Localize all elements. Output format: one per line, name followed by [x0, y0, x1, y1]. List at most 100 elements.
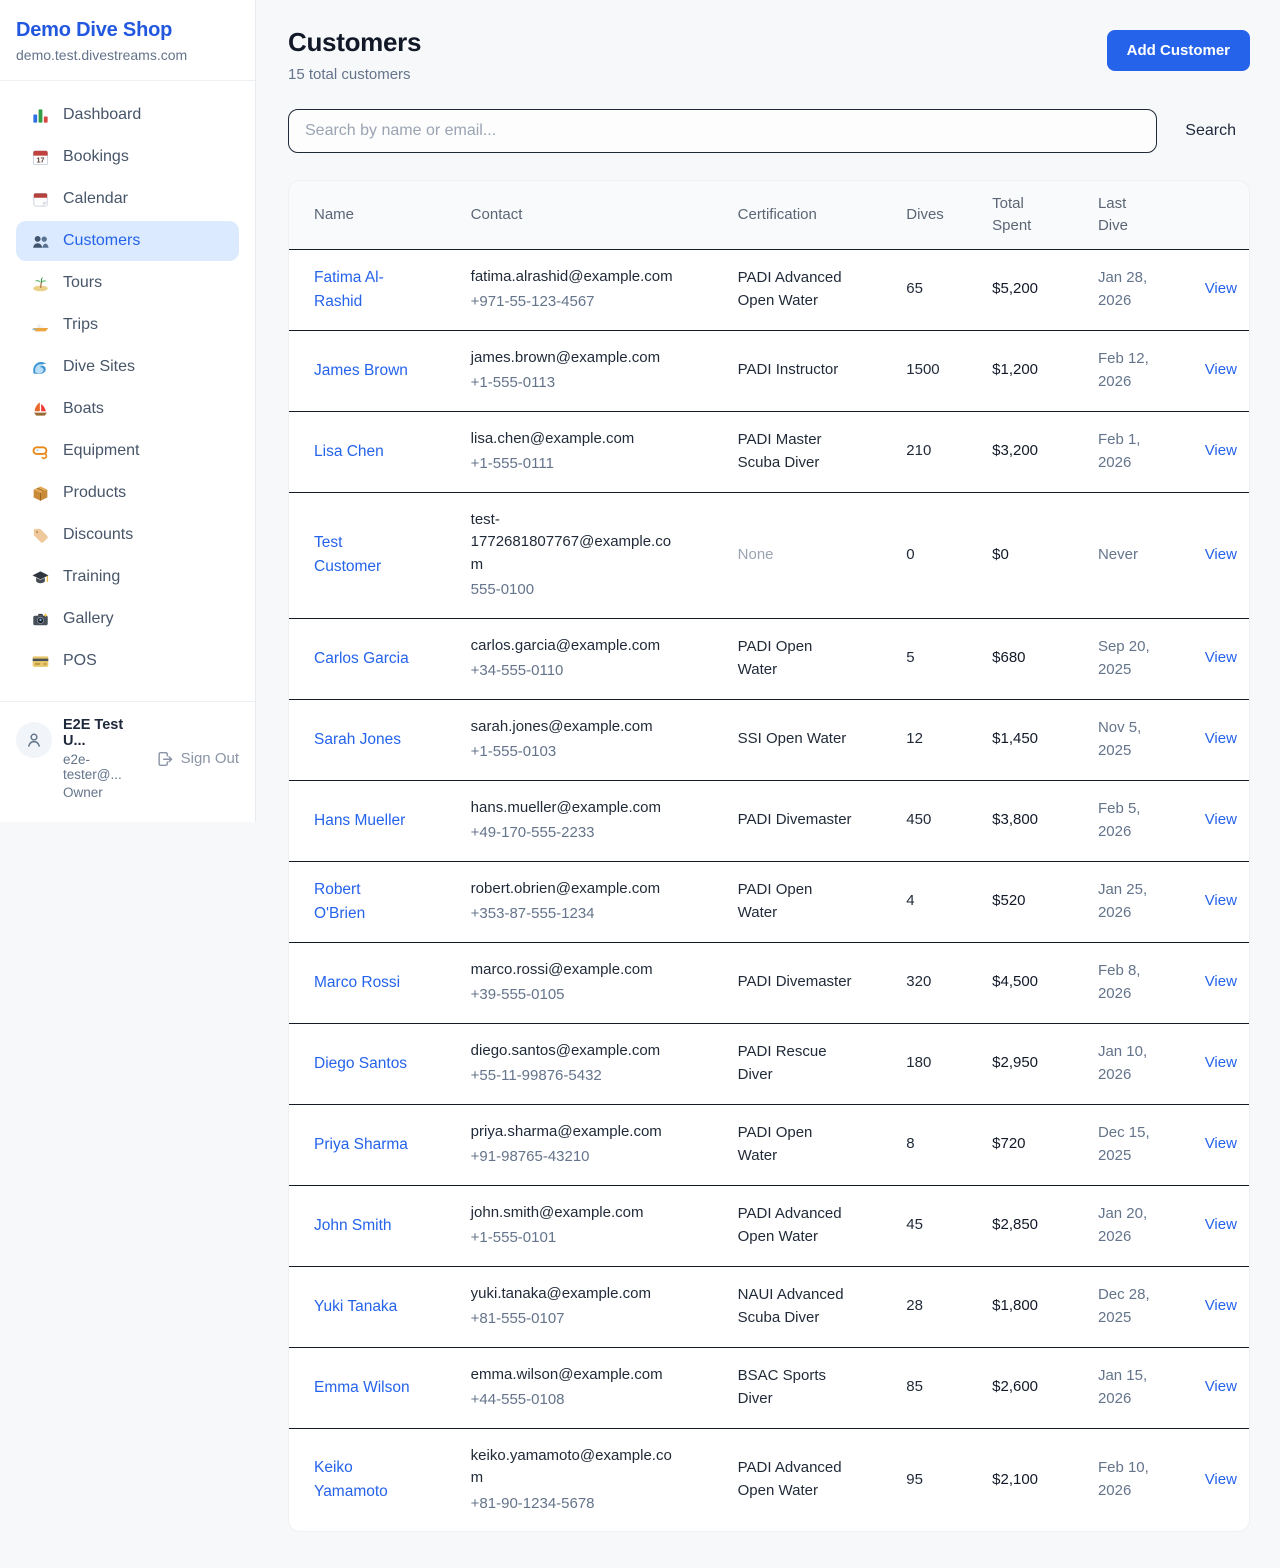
- sidebar-item-products[interactable]: Products: [16, 473, 239, 513]
- sidebar-item-tours[interactable]: Tours: [16, 263, 239, 303]
- sidebar-item-gallery[interactable]: Gallery: [16, 599, 239, 639]
- customer-phone: +1-555-0113: [471, 372, 683, 395]
- certification-cell: BSAC Sports Diver: [738, 1365, 854, 1410]
- view-link[interactable]: View: [1205, 1378, 1237, 1395]
- view-link[interactable]: View: [1205, 1135, 1237, 1152]
- view-link[interactable]: View: [1205, 1297, 1237, 1314]
- sidebar-item-discounts[interactable]: Discounts: [16, 515, 239, 555]
- user-role: Owner: [63, 785, 145, 800]
- sidebar-item-bookings[interactable]: 17 Bookings: [16, 137, 239, 177]
- total-spent-cell: $1,450: [980, 699, 1086, 780]
- customer-row: Keiko Yamamoto keiko.yamamoto@example.co…: [289, 1428, 1249, 1531]
- dives-cell: 95: [894, 1428, 980, 1531]
- certification-cell: PADI Master Scuba Diver: [738, 429, 854, 474]
- view-link[interactable]: View: [1205, 546, 1237, 563]
- search-button[interactable]: Search: [1185, 122, 1236, 140]
- customer-name-link[interactable]: Test Customer: [314, 531, 410, 579]
- sidebar-item-boats[interactable]: Boats: [16, 389, 239, 429]
- last-dive-cell: Feb 10, 2026: [1098, 1457, 1162, 1502]
- sign-out-icon: [156, 750, 174, 768]
- page-title-block: Customers 15 total customers: [288, 27, 421, 83]
- view-link[interactable]: View: [1205, 361, 1237, 378]
- view-link[interactable]: View: [1205, 811, 1237, 828]
- last-dive-cell: Feb 5, 2026: [1098, 798, 1162, 843]
- dives-cell: 65: [894, 249, 980, 330]
- dives-cell: 45: [894, 1185, 980, 1266]
- shop-domain: demo.test.divestreams.com: [16, 47, 239, 63]
- total-spent-cell: $5,200: [980, 249, 1086, 330]
- view-link[interactable]: View: [1205, 1471, 1237, 1488]
- sidebar-item-dive-sites[interactable]: Dive Sites: [16, 347, 239, 387]
- customer-name-link[interactable]: Yuki Tanaka: [314, 1295, 397, 1319]
- customer-row: Robert O'Brien robert.obrien@example.com…: [289, 861, 1249, 942]
- page-title: Customers: [288, 27, 421, 58]
- customer-email: priya.sharma@example.com: [471, 1121, 683, 1144]
- view-link[interactable]: View: [1205, 1054, 1237, 1071]
- total-spent-cell: $2,950: [980, 1023, 1086, 1104]
- diving-mask-icon: [30, 441, 50, 461]
- water-wave-icon: [30, 357, 50, 377]
- view-link[interactable]: View: [1205, 442, 1237, 459]
- col-total-spent: Total Spent: [980, 181, 1086, 249]
- customer-name-link[interactable]: Robert O'Brien: [314, 878, 410, 926]
- customer-name-link[interactable]: Fatima Al-Rashid: [314, 266, 410, 314]
- customer-row: Sarah Jones sarah.jones@example.com +1-5…: [289, 699, 1249, 780]
- customer-row: John Smith john.smith@example.com +1-555…: [289, 1185, 1249, 1266]
- sidebar-item-calendar[interactable]: Calendar: [16, 179, 239, 219]
- customer-name-link[interactable]: Keiko Yamamoto: [314, 1456, 410, 1504]
- shop-name: Demo Dive Shop: [16, 19, 239, 42]
- view-link[interactable]: View: [1205, 730, 1237, 747]
- sidebar-item-trips[interactable]: Trips: [16, 305, 239, 345]
- credit-card-icon: [30, 651, 50, 671]
- customer-name-link[interactable]: Priya Sharma: [314, 1133, 408, 1157]
- last-dive-cell: Dec 28, 2025: [1098, 1284, 1162, 1329]
- customer-email: robert.obrien@example.com: [471, 878, 683, 901]
- customer-name-link[interactable]: Carlos Garcia: [314, 647, 409, 671]
- sidebar-item-dashboard[interactable]: Dashboard: [16, 95, 239, 135]
- view-link[interactable]: View: [1205, 973, 1237, 990]
- total-spent-cell: $1,200: [980, 330, 1086, 411]
- sidebar-item-equipment[interactable]: Equipment: [16, 431, 239, 471]
- customer-name-link[interactable]: Lisa Chen: [314, 440, 384, 464]
- dives-cell: 8: [894, 1104, 980, 1185]
- dives-cell: 210: [894, 411, 980, 492]
- customer-name-link[interactable]: Marco Rossi: [314, 971, 400, 995]
- page-header: Customers 15 total customers Add Custome…: [288, 27, 1250, 83]
- last-dive-cell: Nov 5, 2025: [1098, 717, 1162, 762]
- view-link[interactable]: View: [1205, 892, 1237, 909]
- desert-island-icon: [30, 273, 50, 293]
- customer-row: Test Customer test-1772681807767@example…: [289, 492, 1249, 618]
- last-dive-cell: Jan 10, 2026: [1098, 1041, 1162, 1086]
- add-customer-button[interactable]: Add Customer: [1107, 30, 1250, 71]
- sidebar-item-pos[interactable]: POS: [16, 641, 239, 681]
- table-header-row: Name Contact Certification Dives Total S…: [289, 181, 1249, 249]
- customer-name-link[interactable]: Sarah Jones: [314, 728, 401, 752]
- bar-chart-icon: [30, 105, 50, 125]
- certification-cell: SSI Open Water: [738, 728, 854, 751]
- total-spent-cell: $2,100: [980, 1428, 1086, 1531]
- customer-email: test-1772681807767@example.com: [471, 509, 683, 577]
- search-bar: Search: [288, 109, 1250, 153]
- col-certification: Certification: [726, 181, 895, 249]
- customer-name-link[interactable]: John Smith: [314, 1214, 392, 1238]
- view-link[interactable]: View: [1205, 649, 1237, 666]
- avatar: [16, 722, 52, 758]
- sign-out-button[interactable]: Sign Out: [156, 750, 239, 768]
- customer-name-link[interactable]: Hans Mueller: [314, 809, 405, 833]
- customer-row: Marco Rossi marco.rossi@example.com +39-…: [289, 942, 1249, 1023]
- sidebar-nav: Dashboard 17 Bookings Calendar Customers…: [0, 81, 255, 691]
- user-name: E2E Test U...: [63, 717, 145, 749]
- search-input[interactable]: [288, 109, 1157, 153]
- certification-cell: PADI Advanced Open Water: [738, 1203, 854, 1248]
- dives-cell: 4: [894, 861, 980, 942]
- dives-cell: 28: [894, 1266, 980, 1347]
- sidebar-item-training[interactable]: Training: [16, 557, 239, 597]
- customer-name-link[interactable]: Emma Wilson: [314, 1376, 410, 1400]
- view-link[interactable]: View: [1205, 280, 1237, 297]
- customer-name-link[interactable]: James Brown: [314, 359, 408, 383]
- customer-phone: +91-98765-43210: [471, 1146, 683, 1169]
- sidebar-item-customers[interactable]: Customers: [16, 221, 239, 261]
- view-link[interactable]: View: [1205, 1216, 1237, 1233]
- certification-cell: PADI Open Water: [738, 636, 854, 681]
- customer-name-link[interactable]: Diego Santos: [314, 1052, 407, 1076]
